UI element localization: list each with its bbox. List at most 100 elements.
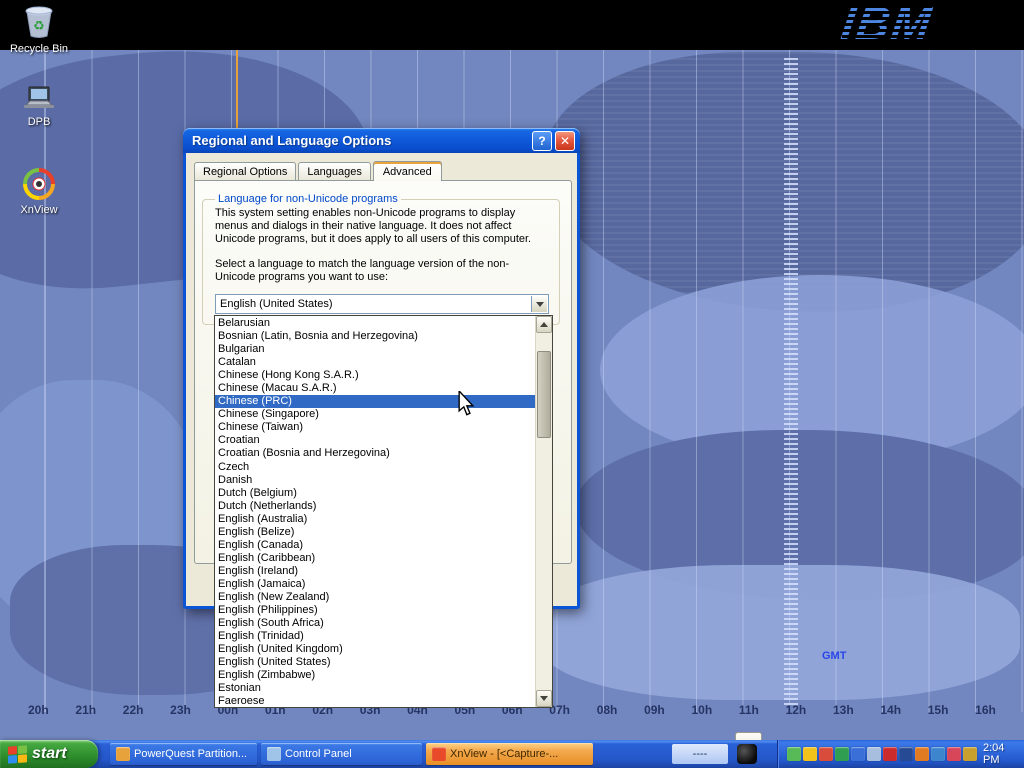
desktop-icon-recycle-bin[interactable]: ♻ Recycle Bin xyxy=(0,5,78,55)
timezone-hatched-band xyxy=(784,58,798,706)
dropdown-list-item[interactable]: English (Zimbabwe) xyxy=(215,669,535,682)
tray-icon[interactable] xyxy=(851,747,865,761)
svg-text:♻: ♻ xyxy=(33,18,45,33)
scroll-down-button[interactable] xyxy=(536,690,552,707)
hour-label: 16h xyxy=(975,703,996,717)
tab-strip: Regional OptionsLanguagesAdvanced xyxy=(194,161,444,180)
taskbar-clock[interactable]: 2:04 PM xyxy=(978,742,1019,766)
icon-label: DPB xyxy=(0,116,78,128)
dropdown-list-item[interactable]: Faeroese xyxy=(215,695,535,707)
ibm-logo: IBM xyxy=(842,0,932,48)
wallpaper-landmass xyxy=(540,565,1020,700)
laptop-icon xyxy=(22,84,56,112)
dropdown-list-item[interactable]: Estonian xyxy=(215,682,535,695)
language-combobox[interactable]: English (United States) xyxy=(215,294,549,314)
hour-label: 12h xyxy=(786,703,807,717)
dropdown-list-item[interactable]: Chinese (Hong Kong S.A.R.) xyxy=(215,369,535,382)
description-text: This system setting enables non-Unicode … xyxy=(215,207,549,246)
gmt-label: GMT xyxy=(822,650,846,662)
tray-icon[interactable] xyxy=(915,747,929,761)
combobox-value: English (United States) xyxy=(220,298,333,310)
dropdown-list-item[interactable]: English (New Zealand) xyxy=(215,591,535,604)
dropdown-list-item[interactable]: Bulgarian xyxy=(215,343,535,356)
dialog-titlebar[interactable]: Regional and Language Options ? ✕ xyxy=(183,128,580,153)
dropdown-list-item[interactable]: English (Ireland) xyxy=(215,565,535,578)
hour-label: 23h xyxy=(170,703,191,717)
hour-label: 14h xyxy=(880,703,901,717)
ibm-logo-stripes xyxy=(842,0,932,48)
xnview-icon xyxy=(23,168,55,200)
dropdown-list-item[interactable]: Dutch (Netherlands) xyxy=(215,500,535,513)
scroll-up-button[interactable] xyxy=(536,316,552,333)
dropdown-list-item[interactable]: English (Trinidad) xyxy=(215,630,535,643)
dropdown-list-item[interactable]: English (United States) xyxy=(215,656,535,669)
tab[interactable]: Advanced xyxy=(373,161,442,181)
language-dropdown-list: BelarusianBosnian (Latin, Bosnia and Her… xyxy=(214,315,553,708)
non-unicode-group: Language for non-Unicode programs This s… xyxy=(202,193,560,325)
hour-label: 13h xyxy=(833,703,854,717)
dropdown-list-item[interactable]: English (Philippines) xyxy=(215,604,535,617)
dropdown-list-item[interactable]: Croatian (Bosnia and Herzegovina) xyxy=(215,447,535,460)
dialog-title: Regional and Language Options xyxy=(192,133,529,148)
hour-label: 09h xyxy=(644,703,665,717)
dropdown-list-item[interactable]: English (Caribbean) xyxy=(215,552,535,565)
tray-icon[interactable] xyxy=(835,747,849,761)
dropdown-list-item[interactable]: English (Belize) xyxy=(215,526,535,539)
dropdown-list-item[interactable]: Chinese (Macau S.A.R.) xyxy=(215,382,535,395)
dropdown-list-item[interactable]: Czech xyxy=(215,461,535,474)
tray-icon[interactable] xyxy=(787,747,801,761)
tray-icon[interactable] xyxy=(931,747,945,761)
minimized-window-button[interactable]: ---- xyxy=(672,744,728,764)
task-icon xyxy=(116,747,130,761)
hour-label: 20h xyxy=(28,703,49,717)
dropdown-list-item[interactable]: Bosnian (Latin, Bosnia and Herzegovina) xyxy=(215,330,535,343)
recycle-bin-icon: ♻ xyxy=(23,5,55,39)
desktop: IBM GMT 20h21h22h23h00h01h02h03h04h05h06… xyxy=(0,0,1024,768)
dropdown-list-item[interactable]: English (Jamaica) xyxy=(215,578,535,591)
dropdown-list-item[interactable]: Chinese (Taiwan) xyxy=(215,421,535,434)
dropdown-list-item[interactable]: English (Australia) xyxy=(215,513,535,526)
dark-app-icon[interactable] xyxy=(737,744,757,764)
tray-icon[interactable] xyxy=(883,747,897,761)
dropdown-list-item[interactable]: Catalan xyxy=(215,356,535,369)
hour-label: 10h xyxy=(691,703,712,717)
task-button[interactable]: Control Panel xyxy=(261,743,422,765)
tray-icon[interactable] xyxy=(867,747,881,761)
tray-icon[interactable] xyxy=(963,747,977,761)
desktop-icon-xnview[interactable]: XnView xyxy=(0,168,78,216)
tray-icon[interactable] xyxy=(803,747,817,761)
dropdown-list-item[interactable]: English (South Africa) xyxy=(215,617,535,630)
tab[interactable]: Languages xyxy=(298,162,370,180)
task-label: XnView - [<Capture-... xyxy=(450,748,558,760)
task-label: Control Panel xyxy=(285,748,352,760)
dropdown-list-item[interactable]: English (Canada) xyxy=(215,539,535,552)
tray-icons xyxy=(787,747,977,761)
tray-icon[interactable] xyxy=(899,747,913,761)
combobox-dropdown-button[interactable] xyxy=(531,296,547,312)
hour-label: 08h xyxy=(597,703,618,717)
dropdown-list-item[interactable]: Chinese (Singapore) xyxy=(215,408,535,421)
desktop-icon-dpb[interactable]: DPB xyxy=(0,84,78,128)
system-tray: 2:04 PM xyxy=(777,740,1024,768)
icon-label: XnView xyxy=(0,204,78,216)
dropdown-list-item[interactable]: English (United Kingdom) xyxy=(215,643,535,656)
wallpaper-landmass xyxy=(0,380,200,630)
task-button[interactable]: XnView - [<Capture-... xyxy=(426,743,593,765)
timezone-marker-line xyxy=(236,50,238,134)
taskbar: start PowerQuest Partition... Control Pa… xyxy=(0,740,1024,768)
close-button[interactable]: ✕ xyxy=(555,131,575,151)
tray-icon[interactable] xyxy=(947,747,961,761)
dropdown-list-item[interactable]: Dutch (Belgium) xyxy=(215,487,535,500)
scrollbar-thumb[interactable] xyxy=(537,351,551,438)
dropdown-scrollbar[interactable] xyxy=(535,316,552,707)
dropdown-list-item[interactable]: Chinese (PRC) xyxy=(215,395,535,408)
dropdown-list-item[interactable]: Danish xyxy=(215,474,535,487)
dropdown-list-item[interactable]: Belarusian xyxy=(215,317,535,330)
help-button[interactable]: ? xyxy=(532,131,552,151)
tab[interactable]: Regional Options xyxy=(194,162,296,180)
hour-label: 21h xyxy=(75,703,96,717)
tray-icon[interactable] xyxy=(819,747,833,761)
icon-label: Recycle Bin xyxy=(0,43,78,55)
dropdown-list-item[interactable]: Croatian xyxy=(215,434,535,447)
task-button[interactable]: PowerQuest Partition... xyxy=(110,743,257,765)
